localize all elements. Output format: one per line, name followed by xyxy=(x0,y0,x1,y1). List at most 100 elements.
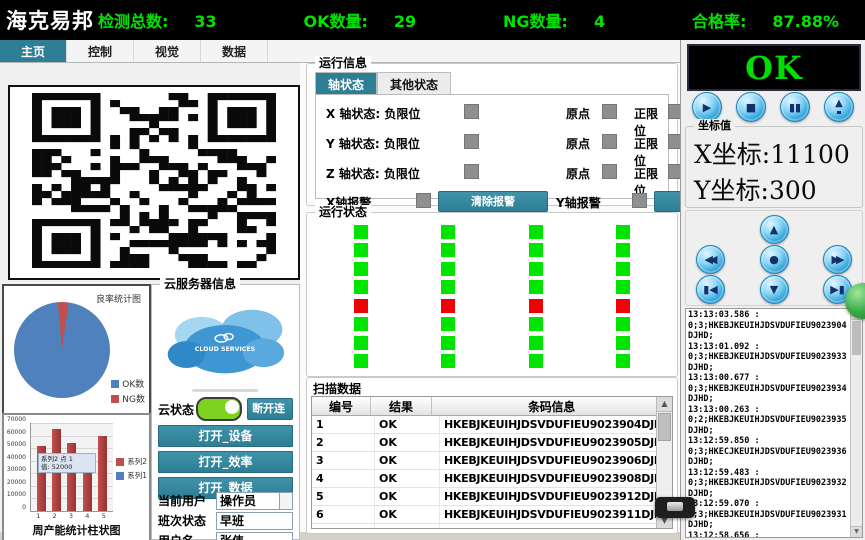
log-text: 13:13:03.586 : 0;3;HKEBJKEUIHJDSVDUFIEU90… xyxy=(688,310,850,537)
cloud-status-label: 云状态 xyxy=(158,401,196,418)
disconnect-button[interactable]: 断开连接 xyxy=(247,398,293,420)
tab-视觉[interactable]: 视觉 xyxy=(134,40,201,62)
axis-tab-轴状态[interactable]: 轴状态 xyxy=(315,72,377,96)
x-alarm-indicator xyxy=(416,193,431,208)
stat-ok-value: 29 xyxy=(394,12,416,31)
jog-control-group: ▲◀◀●▶▶▮◀▼▶▮ xyxy=(685,210,863,306)
field-row-当前用户: 当前用户操作员 xyxy=(158,491,293,510)
x-clear-alarm-button[interactable]: 清除报警 xyxy=(438,191,548,212)
origin-label: 原点 xyxy=(566,105,590,122)
table-row[interactable]: 1OKHKEBJKEUIHJDSVDUFIEU9023904DJHD xyxy=(312,416,672,434)
stop-icon[interactable]: ■ xyxy=(736,92,766,122)
log-scroll-thumb[interactable] xyxy=(852,321,861,355)
stat-yield-value: 87.88% xyxy=(772,12,839,31)
y-coordinate: Y坐标:300 xyxy=(694,171,817,207)
open-button-打开_设备[interactable]: 打开_设备 xyxy=(158,425,293,447)
axis-row-0: X 轴状态: 负限位原点正限位 xyxy=(316,101,668,125)
fast-forward-glyph: ▶▶ xyxy=(832,253,841,266)
combo-dropdown-icon[interactable] xyxy=(279,493,292,509)
status-lamp xyxy=(441,354,455,368)
scroll-thumb[interactable] xyxy=(658,413,671,441)
status-lamp xyxy=(616,336,630,350)
log-time: 13:13:00.677 : xyxy=(688,373,850,384)
qr-code-image xyxy=(32,93,276,268)
x-tick: 5 xyxy=(102,512,106,520)
jog-rewind-icon[interactable]: ◀◀ xyxy=(696,245,725,274)
origin-indicator xyxy=(602,134,617,149)
jog-skip-start-icon[interactable]: ▮◀ xyxy=(696,275,725,304)
pie-graphic xyxy=(14,302,110,398)
jog-record-icon[interactable]: ● xyxy=(760,245,789,274)
field-label: 用户名 xyxy=(158,532,216,540)
cell: HKEBJKEUIHJDSVDUFIEU9023906DJHD xyxy=(440,452,672,469)
log-textbox[interactable]: 13:13:03.586 : 0;3;HKEBJKEUIHJDSVDUFIEU90… xyxy=(685,308,863,538)
status-lamp xyxy=(354,336,368,350)
log-time: 13:13:03.586 : xyxy=(688,310,850,321)
table-row[interactable]: 3OKHKEBJKEUIHJDSVDUFIEU9023906DJHD xyxy=(312,452,672,470)
log-time: 13:12:59.483 : xyxy=(688,468,850,479)
legend-swatch xyxy=(111,380,119,388)
log-time: 13:13:01.092 : xyxy=(688,342,850,353)
jog-down-icon[interactable]: ▼ xyxy=(760,275,789,304)
log-scrollbar[interactable]: ▲ ▼ xyxy=(850,309,862,537)
open-button-打开_效率[interactable]: 打开_效率 xyxy=(158,451,293,473)
result-text: OK xyxy=(745,49,803,87)
play-icon[interactable]: ▶ xyxy=(692,92,722,122)
status-lamp xyxy=(354,225,368,239)
play-glyph: ▶ xyxy=(703,101,711,114)
cell: HKEBJKEUIHJDSVDUFIEU9023912DJHD xyxy=(440,488,672,505)
y-tick: 10000 xyxy=(2,491,26,498)
cell: OK xyxy=(375,452,440,469)
log-time: 13:12:59.850 : xyxy=(688,436,850,447)
jog-fast-forward-icon[interactable]: ▶▶ xyxy=(823,245,852,274)
scan-table-header: 编号结果条码信息 xyxy=(312,397,672,416)
cloud-status-toggle[interactable] xyxy=(196,397,242,421)
pause-icon[interactable]: ▮▮ xyxy=(780,92,810,122)
scroll-up-icon[interactable]: ▲ xyxy=(657,397,672,412)
axis-row-1: Y 轴状态: 负限位原点正限位 xyxy=(316,131,668,155)
cell: 7 xyxy=(312,524,375,529)
header-编号: 编号 xyxy=(312,397,371,415)
field-value-班次状态[interactable]: 早班 xyxy=(216,512,293,530)
eject-glyph: ▲ xyxy=(835,100,843,114)
table-row[interactable]: 6OKHKEBJKEUIHJDSVDUFIEU9023911DJHD xyxy=(312,506,672,524)
floating-capture-widget[interactable] xyxy=(655,497,695,518)
yield-pie-chart: 良率统计图 OK数NG数 xyxy=(2,284,151,415)
tab-数据[interactable]: 数据 xyxy=(201,40,268,62)
tab-主页[interactable]: 主页 xyxy=(0,40,67,62)
log-time: 13:13:00.263 : xyxy=(688,405,850,416)
stat-total-value: 33 xyxy=(194,12,216,31)
cell: HKEBJKEUIHJDSVDUFIEU9023908DJHD xyxy=(440,470,672,487)
log-scroll-down-icon[interactable]: ▼ xyxy=(851,526,862,537)
y-tick: 20000 xyxy=(2,479,26,486)
field-value-当前用户[interactable]: 操作员 xyxy=(216,492,293,510)
axis-tab-其他状态[interactable]: 其他状态 xyxy=(377,72,451,96)
log-payload: 0;3;HKEBJKEUIHJDSVDUFIEU9023932DJHD; xyxy=(688,478,850,499)
status-lamp xyxy=(616,225,630,239)
cell: 4 xyxy=(312,470,375,487)
status-lamp xyxy=(529,299,543,313)
scan-table: 编号结果条码信息 1OKHKEBJKEUIHJDSVDUFIEU9023904D… xyxy=(311,396,673,529)
axis-label: Y 轴状态: 负限位 xyxy=(326,135,420,152)
log-entry: 13:12:59.483 :0;3;HKEBJKEUIHJDSVDUFIEU90… xyxy=(688,468,850,500)
bar-legend-item: 系列2 xyxy=(116,456,147,467)
log-entry: 13:13:00.263 :0;2;HKEBJKEUIHJDSVDUFIEU90… xyxy=(688,405,850,437)
cell: HKEBJKEUIHJDSVDUFIEU9023911DJHD xyxy=(440,506,672,523)
table-row[interactable]: 5OKHKEBJKEUIHJDSVDUFIEU9023912DJHD xyxy=(312,488,672,506)
table-row[interactable]: 7OKHKEBJKEUIHJDSVDUFIEU9023910DJHD xyxy=(312,524,672,529)
table-row[interactable]: 2OKHKEBJKEUIHJDSVDUFIEU9023905DJHD xyxy=(312,434,672,452)
cell: OK xyxy=(375,470,440,487)
field-value-用户名[interactable]: 张伟 xyxy=(216,532,293,540)
coordinate-group: 坐标值 X坐标:11100 Y坐标:300 xyxy=(685,126,863,208)
header-条码信息: 条码信息 xyxy=(432,397,672,415)
status-lamp xyxy=(529,225,543,239)
right-control-panel: OK ▶ ■ ▮▮ ▲ 坐标值 X坐标:11100 Y坐标:300 ▲ ◀◀ ● ▶▶ ▮◀ ▼… xyxy=(680,40,865,540)
run-info-group: 运行信息 轴状态其他状态 X 轴状态: 负限位原点正限位Y 轴状态: 负限位原点… xyxy=(306,63,678,206)
table-row[interactable]: 4OKHKEBJKEUIHJDSVDUFIEU9023908DJHD xyxy=(312,470,672,488)
eject-icon[interactable]: ▲ xyxy=(824,92,854,122)
capacity-bar-chart: 700006000050000400003000020000100000 123… xyxy=(2,413,151,540)
jog-up-icon[interactable]: ▲ xyxy=(760,215,789,244)
axis-label: X 轴状态: 负限位 xyxy=(326,105,420,122)
status-lamp xyxy=(529,354,543,368)
tab-控制[interactable]: 控制 xyxy=(67,40,134,62)
